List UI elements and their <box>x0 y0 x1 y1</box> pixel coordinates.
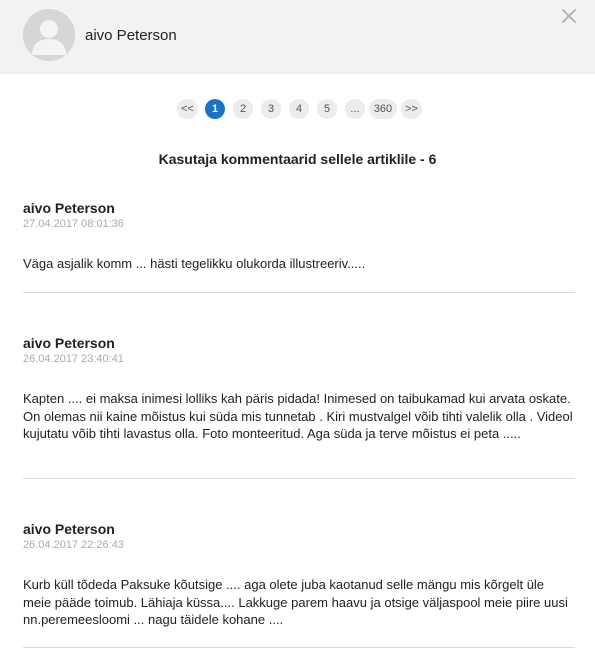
pagination-page-1[interactable]: 1 <box>205 99 225 119</box>
comment-author[interactable]: aivo Peterson <box>23 200 575 216</box>
pagination-page-2[interactable]: 2 <box>233 99 253 119</box>
pagination-ellipsis: ... <box>345 99 365 119</box>
pagination-page-4[interactable]: 4 <box>289 99 309 119</box>
comment-text: Väga asjalik komm ... hästi tegelikku ol… <box>23 256 366 271</box>
comment-text: Kurb küll tõdeda Paksuke kõutsige .... a… <box>23 577 568 627</box>
pagination-page-5[interactable]: 5 <box>317 99 337 119</box>
comment-item: aivo Peterson 26.04.2017 22:26:43 Kurb k… <box>23 521 575 629</box>
pagination-next-button[interactable]: >> <box>401 99 422 119</box>
comment-author[interactable]: aivo Peterson <box>23 521 575 537</box>
pagination-prev-button[interactable]: << <box>177 99 198 119</box>
user-silhouette-icon <box>23 9 75 61</box>
comment-item: aivo Peterson 26.04.2017 23:40:41 Kapten… <box>23 335 575 443</box>
comment-date: 26.04.2017 23:40:41 <box>23 353 124 365</box>
comment-divider <box>23 478 575 479</box>
close-icon[interactable] <box>560 7 578 25</box>
profile-header: aivo Peterson <box>0 0 595 74</box>
comment-item: aivo Peterson 27.04.2017 08:01:36 Väga a… <box>23 200 575 273</box>
comment-date: 27.04.2017 08:01:36 <box>23 218 124 230</box>
pagination: << 1 2 3 4 5 ... 360 >> <box>0 99 595 119</box>
pagination-page-3[interactable]: 3 <box>261 99 281 119</box>
comment-divider <box>23 292 575 293</box>
comments-section-title: Kasutaja kommentaarid sellele artiklile … <box>158 151 437 167</box>
comment-date: 26.04.2017 22:26:43 <box>23 539 124 551</box>
profile-user-name: aivo Peterson <box>85 27 177 44</box>
comment-text: Kapten .... ei maksa inimesi lolliks kah… <box>23 391 573 441</box>
comment-divider <box>23 647 575 648</box>
comment-author[interactable]: aivo Peterson <box>23 335 575 351</box>
pagination-last-page[interactable]: 360 <box>369 99 397 119</box>
